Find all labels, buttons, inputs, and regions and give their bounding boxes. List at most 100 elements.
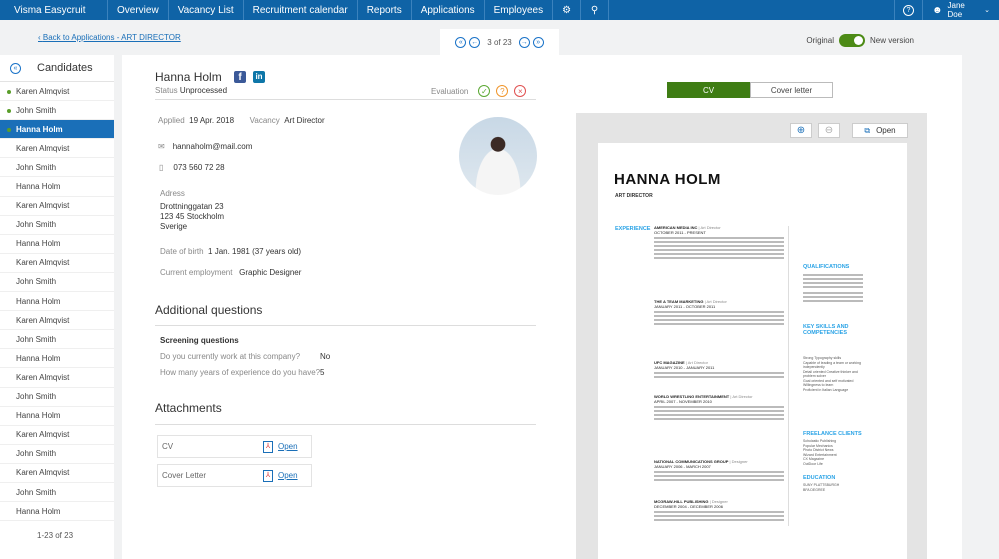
new-indicator bbox=[7, 90, 11, 94]
original-label: Original bbox=[806, 36, 834, 45]
candidate-name: Hanna Holm bbox=[155, 70, 222, 84]
attachment-name: CV bbox=[162, 442, 174, 451]
candidate-name: John Smith bbox=[16, 334, 57, 344]
candidate-item[interactable]: Karen Almqvist bbox=[0, 197, 114, 216]
cv-skills-heading: KEY SKILLS AND COMPETENCIES bbox=[803, 324, 849, 336]
open-document-button[interactable]: ⧉ Open bbox=[852, 123, 908, 138]
status-value: Unprocessed bbox=[179, 86, 228, 95]
candidate-item[interactable]: Hanna Holm bbox=[0, 349, 114, 369]
collapse-icon[interactable]: « bbox=[10, 62, 21, 74]
open-cv-link[interactable]: Open bbox=[278, 442, 298, 451]
candidate-name: John Smith bbox=[16, 449, 57, 459]
candidate-item[interactable]: John Smith bbox=[0, 445, 114, 464]
top-nav: Visma Easycruit Overview Vacancy List Re… bbox=[0, 0, 999, 20]
version-toggle[interactable] bbox=[838, 34, 865, 47]
candidate-name: Hanna Holm bbox=[16, 353, 61, 363]
zoom-out-icon[interactable]: ⊖ bbox=[818, 123, 840, 138]
new-indicator bbox=[7, 128, 11, 133]
candidate-item[interactable]: Hanna Holm bbox=[0, 120, 114, 140]
candidate-item[interactable]: John Smith bbox=[0, 158, 114, 178]
reject-icon[interactable]: × bbox=[514, 85, 527, 97]
first-icon[interactable]: « bbox=[455, 37, 467, 48]
question-answer: No bbox=[320, 352, 331, 361]
candidate-item[interactable]: Karen Almqvist bbox=[0, 82, 114, 102]
attachment-name: Cover Letter bbox=[162, 471, 207, 480]
facebook-icon[interactable]: f bbox=[234, 71, 246, 83]
candidate-item[interactable]: Karen Almqvist bbox=[0, 311, 114, 331]
next-icon[interactable]: → bbox=[518, 37, 530, 48]
nav-applications[interactable]: Applications bbox=[412, 0, 485, 20]
candidate-item[interactable]: Hanna Holm bbox=[0, 235, 114, 254]
candidate-name: Karen Almqvist bbox=[16, 372, 70, 382]
pager: « ← 3 of 23 → » bbox=[440, 29, 559, 56]
zoom-in-icon[interactable]: ⊕ bbox=[790, 123, 812, 138]
tab-cover-letter[interactable]: Cover letter bbox=[750, 82, 833, 98]
address-line: Drottninggatan 23 bbox=[160, 202, 224, 211]
address-line: Sverige bbox=[160, 222, 188, 231]
help-icon[interactable]: ? bbox=[894, 0, 922, 20]
last-icon[interactable]: » bbox=[532, 37, 544, 48]
document-tabs: CV Cover letter bbox=[667, 82, 833, 98]
cv-name: HANNA HOLM bbox=[614, 171, 721, 188]
nav-recruitment-calendar[interactable]: Recruitment calendar bbox=[244, 0, 358, 20]
candidate-photo bbox=[459, 117, 537, 195]
candidate-name: John Smith bbox=[16, 162, 57, 172]
cv-skills-item: Capable of leading a team or working ind… bbox=[803, 360, 861, 370]
cv-title: ART DIRECTOR bbox=[615, 193, 653, 199]
candidate-name: Karen Almqvist bbox=[16, 430, 70, 440]
candidate-item[interactable]: Karen Almqvist bbox=[0, 368, 114, 388]
applied-value: 19 Apr. 2018 bbox=[189, 116, 235, 125]
candidate-item[interactable]: John Smith bbox=[0, 388, 114, 407]
candidate-name: Karen Almqvist bbox=[16, 143, 70, 153]
question-text: How many years of experience do you have… bbox=[160, 368, 321, 377]
user-menu[interactable]: ☻ Jane Doe ⌄ bbox=[922, 0, 999, 20]
search-icon[interactable]: ⚲ bbox=[581, 0, 610, 20]
candidate-item[interactable]: Hanna Holm bbox=[0, 502, 114, 522]
candidate-item[interactable]: Karen Almqvist bbox=[0, 464, 114, 483]
candidate-item[interactable]: Hanna Holm bbox=[0, 292, 114, 312]
candidate-name: Karen Almqvist bbox=[16, 201, 70, 211]
external-open-icon: ⧉ bbox=[864, 125, 871, 135]
nav-reports[interactable]: Reports bbox=[358, 0, 412, 20]
candidate-name: John Smith bbox=[16, 277, 57, 287]
candidate-item[interactable]: John Smith bbox=[0, 101, 114, 121]
tab-cv[interactable]: CV bbox=[667, 82, 750, 98]
candidate-item[interactable]: Karen Almqvist bbox=[0, 426, 114, 445]
prev-icon[interactable]: ← bbox=[469, 37, 481, 48]
candidate-item[interactable]: Hanna Holm bbox=[0, 177, 114, 197]
cv-job: WORLD WRESTLING ENTERTAINMENT | Art Dire… bbox=[654, 394, 784, 420]
nav-employees[interactable]: Employees bbox=[485, 0, 554, 20]
cv-skills-item: Proficient in Italian Language bbox=[803, 387, 849, 392]
pager-text: 3 of 23 bbox=[487, 38, 512, 47]
brand-logo[interactable]: Visma Easycruit bbox=[0, 0, 108, 20]
phone-icon: ▯ bbox=[159, 163, 164, 172]
cv-job: MCGRAW-HILL PUBLISHING | Designer DECEMBE… bbox=[654, 499, 784, 521]
back-link[interactable]: ‹ Back to Applications - ART DIRECTOR bbox=[38, 33, 181, 42]
nav-vacancy-list[interactable]: Vacancy List bbox=[169, 0, 244, 20]
dob-label: Date of birth bbox=[160, 247, 204, 256]
candidate-item[interactable]: Karen Almqvist bbox=[0, 254, 114, 273]
screening-heading: Screening questions bbox=[160, 336, 239, 345]
sidebar-count: 1-23 of 23 bbox=[37, 531, 74, 541]
candidate-item[interactable]: John Smith bbox=[0, 216, 114, 235]
chevron-down-icon: ⌄ bbox=[984, 7, 990, 14]
sidebar-title: Candidates bbox=[37, 62, 93, 74]
open-label: Open bbox=[876, 126, 896, 135]
gear-icon[interactable]: ⚙ bbox=[553, 0, 582, 20]
candidate-item[interactable]: John Smith bbox=[0, 483, 114, 503]
cv-clients-item: OutDoor Life bbox=[803, 461, 823, 466]
candidate-name: Hanna Holm bbox=[16, 411, 61, 421]
candidate-item[interactable]: Karen Almqvist bbox=[0, 139, 114, 159]
status-label: Status bbox=[155, 86, 178, 95]
linkedin-icon[interactable]: in bbox=[253, 71, 265, 83]
candidate-item[interactable]: John Smith bbox=[0, 273, 114, 293]
email-value[interactable]: hannaholm@mail.com bbox=[173, 142, 253, 151]
maybe-icon[interactable]: ? bbox=[496, 85, 509, 97]
approve-icon[interactable]: ✓ bbox=[478, 85, 491, 97]
candidate-item[interactable]: Hanna Holm bbox=[0, 407, 114, 426]
candidate-item[interactable]: John Smith bbox=[0, 330, 114, 350]
open-cover-letter-link[interactable]: Open bbox=[278, 471, 298, 480]
candidate-name: Hanna Holm bbox=[16, 296, 61, 306]
nav-overview[interactable]: Overview bbox=[108, 0, 169, 20]
candidates-sidebar: « Candidates Karen Almqvist John Smith Hann… bbox=[0, 55, 114, 559]
